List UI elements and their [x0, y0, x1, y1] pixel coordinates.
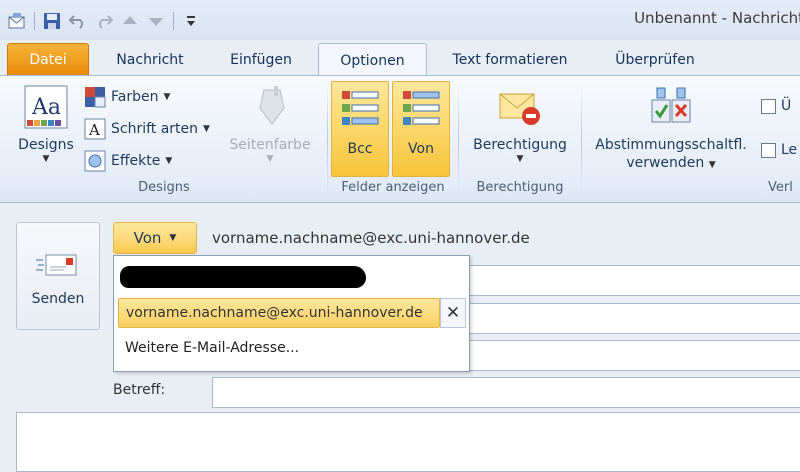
checkbox-box[interactable] — [761, 98, 776, 114]
group-separator — [581, 82, 582, 198]
farben-button[interactable]: Farben ▼ — [84, 86, 170, 108]
previous-item-icon[interactable] — [119, 10, 141, 32]
from-address: vorname.nachname@exc.uni-hannover.de — [212, 229, 530, 247]
farben-label: Farben — [111, 89, 159, 105]
compose-area: Senden Von ▼ vorname.nachname@exc.uni-ha… — [0, 203, 800, 472]
group-verfolgung: Verl — [768, 180, 793, 195]
abstimmung-label-line2: verwenden ▼ — [595, 154, 746, 174]
betreff-label: Betreff: — [113, 382, 166, 398]
abstimmung-label-line1: Abstimmungsschaltfl. — [595, 137, 747, 153]
message-body[interactable] — [16, 412, 800, 472]
chevron-down-icon: ▼ — [266, 154, 274, 164]
bcc-label: Bcc — [347, 141, 373, 157]
designs-button[interactable]: Aa Designs ▼ — [14, 84, 78, 164]
tab-nachricht[interactable]: Nachricht — [101, 43, 199, 76]
chevron-down-icon: ▼ — [169, 233, 177, 243]
ribbon: Aa Designs ▼ Farben ▼ A Schrift arten ▼ … — [0, 75, 800, 203]
abstimmung-label-line2-text: verwenden — [626, 155, 705, 171]
group-berechtigung: Berechtigung — [476, 180, 564, 195]
permission-icon — [499, 93, 540, 125]
next-item-icon[interactable] — [145, 10, 167, 32]
checkbox-box[interactable] — [761, 142, 776, 158]
schriftarten-label: Schrift arten — [111, 121, 199, 137]
seitenfarbe-button[interactable]: Seitenfarbe ▼ — [224, 84, 316, 164]
ribbon-tabs: Datei Nachricht Einfügen Optionen Text f… — [0, 40, 800, 77]
checkbox-option-2[interactable]: Le — [761, 142, 797, 158]
von-label: Von — [408, 141, 434, 157]
tab-text-formatieren[interactable]: Text formatieren — [440, 43, 580, 76]
checkbox-option-2-label: Le — [781, 142, 798, 158]
tab-ueberpruefen[interactable]: Überprüfen — [596, 43, 714, 76]
send-button[interactable]: Senden — [16, 222, 100, 330]
tab-einfuegen[interactable]: Einfügen — [213, 43, 309, 76]
chevron-down-icon: ▼ — [42, 154, 50, 164]
close-icon[interactable]: ✕ — [440, 298, 466, 328]
qat-separator — [34, 12, 35, 30]
chevron-down-icon: ▼ — [163, 92, 171, 102]
from-address-option[interactable]: vorname.nachname@exc.uni-hannover.de — [118, 298, 440, 328]
chevron-down-icon: ▼ — [516, 154, 524, 164]
checkbox-option-1[interactable]: Ü — [761, 98, 791, 114]
from-field-icon — [403, 91, 440, 125]
designs-label: Designs — [18, 137, 74, 153]
designs-icon: Aa — [24, 85, 68, 129]
send-icon — [36, 254, 77, 276]
fonts-icon: A — [84, 118, 106, 140]
weitere-email-adresse-item[interactable]: Weitere E-Mail-Adresse... — [125, 340, 299, 356]
customize-qat-icon[interactable] — [180, 10, 202, 32]
redacted-address[interactable] — [120, 266, 366, 288]
chevron-down-icon: ▼ — [165, 156, 173, 166]
bcc-field-icon — [342, 91, 379, 125]
subject-field[interactable] — [212, 377, 800, 408]
colors-icon — [85, 87, 106, 108]
tab-datei[interactable]: Datei — [7, 43, 89, 76]
window-title: Unbenannt - Nachricht — [634, 9, 800, 27]
bcc-toggle[interactable]: Bcc — [331, 81, 389, 177]
group-designs: Designs — [138, 180, 190, 195]
von-dropdown-button[interactable]: Von ▼ — [113, 222, 197, 254]
berechtigung-label: Berechtigung — [473, 137, 567, 153]
group-felder-anzeigen: Felder anzeigen — [341, 180, 445, 195]
von-toggle[interactable]: Von — [392, 81, 450, 177]
svg-text:A: A — [88, 121, 100, 139]
undo-icon[interactable] — [67, 10, 89, 32]
title-bar: Unbenannt - Nachricht — [0, 0, 800, 40]
svg-text:Aa: Aa — [31, 95, 61, 120]
effects-icon — [84, 150, 106, 172]
berechtigung-button[interactable]: Berechtigung ▼ — [466, 84, 574, 164]
send-label: Senden — [31, 291, 85, 307]
from-address-option-label: vorname.nachname@exc.uni-hannover.de — [126, 305, 423, 321]
seitenfarbe-label: Seitenfarbe — [229, 137, 311, 153]
quick-access-toolbar — [6, 10, 202, 32]
redo-icon[interactable] — [93, 10, 115, 32]
von-button-label: Von — [133, 229, 162, 247]
effekte-button[interactable]: Effekte ▼ — [84, 150, 172, 172]
abstimmung-label: Abstimmungsschaltfl. verwenden ▼ — [595, 136, 746, 174]
tab-optionen[interactable]: Optionen — [318, 43, 427, 77]
from-dropdown-menu: vorname.nachname@exc.uni-hannover.de ✕ W… — [113, 255, 470, 372]
schriftarten-button[interactable]: A Schrift arten ▼ — [84, 118, 210, 140]
send-receive-icon[interactable] — [6, 10, 28, 32]
voting-buttons-icon — [651, 87, 691, 123]
chevron-down-icon: ▼ — [708, 160, 716, 170]
chevron-down-icon: ▼ — [203, 124, 210, 134]
page-color-icon — [259, 86, 285, 125]
effekte-label: Effekte — [111, 153, 161, 169]
save-icon[interactable] — [41, 10, 63, 32]
qat-separator — [173, 12, 174, 30]
abstimmung-button[interactable]: Abstimmungsschaltfl. verwenden ▼ — [588, 84, 754, 174]
checkbox-option-1-label: Ü — [781, 98, 792, 114]
